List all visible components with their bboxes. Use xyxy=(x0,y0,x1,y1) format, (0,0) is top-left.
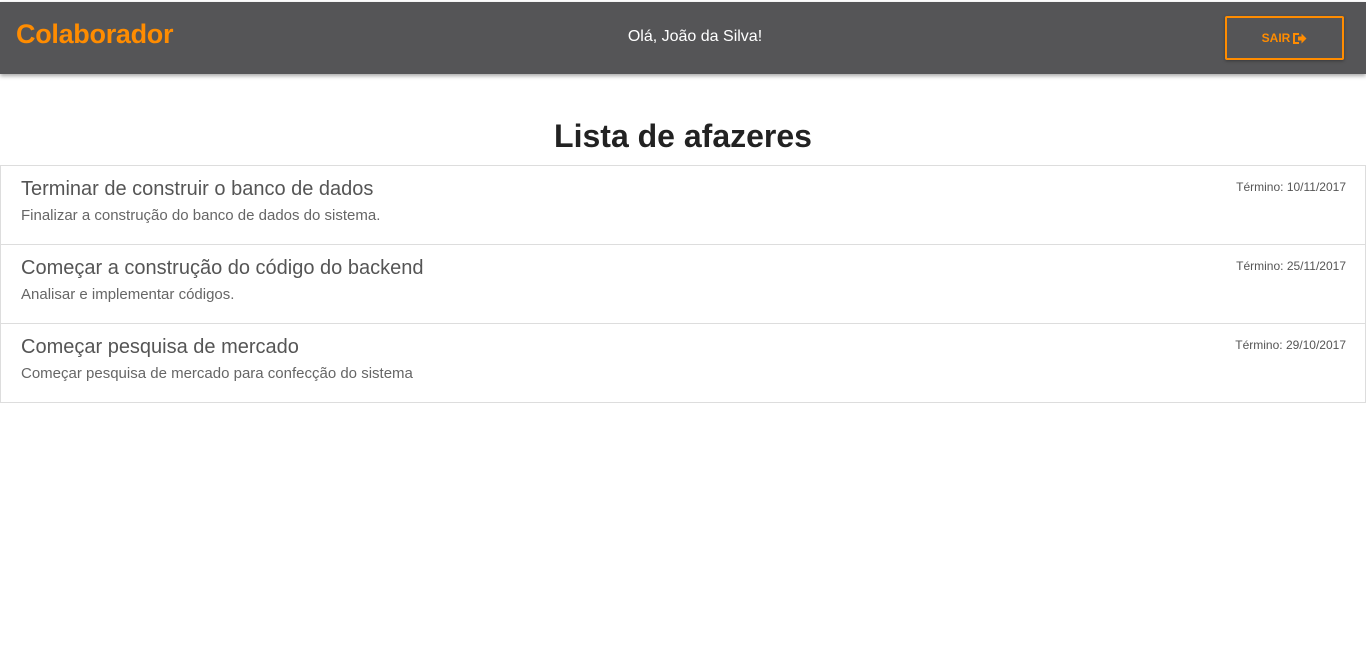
task-item[interactable]: Começar pesquisa de mercado Começar pesq… xyxy=(1,324,1365,402)
top-navbar: Colaborador Olá, João da Silva! SAIR xyxy=(0,2,1366,74)
sign-out-icon xyxy=(1292,32,1307,45)
task-title: Começar pesquisa de mercado xyxy=(21,336,299,358)
user-greeting: Olá, João da Silva! xyxy=(627,28,763,45)
task-item[interactable]: Terminar de construir o banco de dados F… xyxy=(1,166,1365,245)
task-title: Começar a construção do código do backen… xyxy=(21,257,424,279)
brand-title[interactable]: Colaborador xyxy=(16,19,174,50)
task-due-date: Término: 25/11/2017 xyxy=(1236,259,1346,273)
due-date-value: 10/11/2017 xyxy=(1286,180,1346,194)
due-label: Término: xyxy=(1236,180,1284,194)
due-label: Término: xyxy=(1236,259,1284,273)
due-label: Término: xyxy=(1235,338,1283,352)
logout-button[interactable]: SAIR xyxy=(1225,16,1344,60)
logout-label: SAIR xyxy=(1261,31,1291,45)
task-description: Analisar e implementar códigos. xyxy=(21,286,235,303)
task-item[interactable]: Começar a construção do código do backen… xyxy=(1,245,1365,324)
task-list: Terminar de construir o banco de dados F… xyxy=(0,165,1366,403)
due-date-value: 29/10/2017 xyxy=(1285,338,1346,352)
task-title: Terminar de construir o banco de dados xyxy=(21,178,374,200)
task-description: Finalizar a construção do banco de dados… xyxy=(21,207,381,224)
due-date-value: 25/11/2017 xyxy=(1286,259,1346,273)
task-due-date: Término: 29/10/2017 xyxy=(1235,338,1346,352)
page-title: Lista de afazeres xyxy=(554,118,812,154)
task-description: Começar pesquisa de mercado para confecç… xyxy=(21,365,413,382)
task-due-date: Término: 10/11/2017 xyxy=(1236,180,1346,194)
